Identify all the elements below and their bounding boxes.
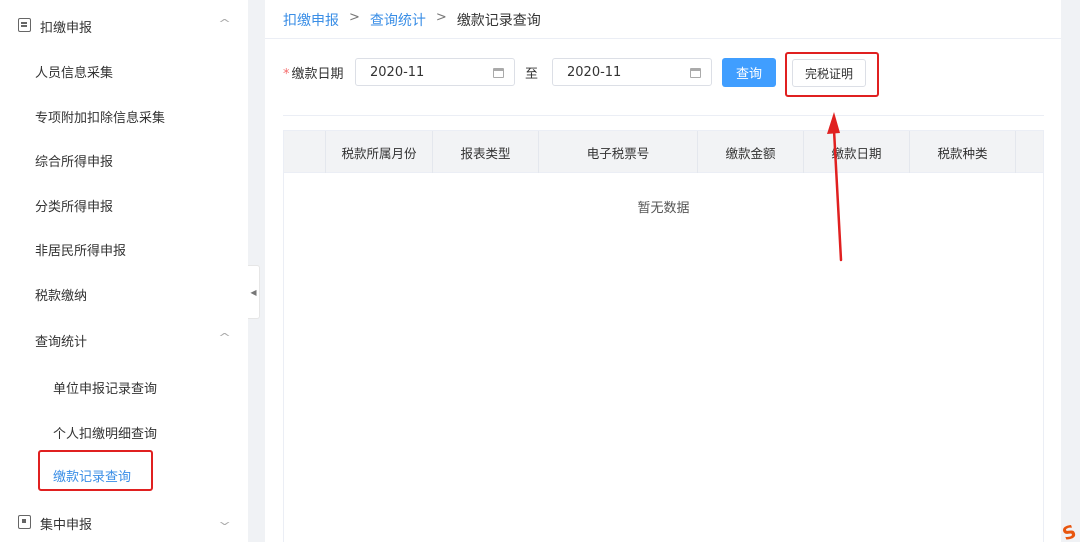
table-empty-text: 暂无数据 — [637, 201, 690, 216]
chevron-up-icon: ^ — [218, 17, 232, 30]
sidebar-item-special-deduction[interactable]: 专项附加扣除信息采集 — [0, 93, 248, 137]
menu-group-label: 扣缴申报 — [40, 21, 93, 36]
breadcrumb-link-query-stats[interactable]: 查询统计 — [370, 10, 426, 30]
sidebar-item-comprehensive-income[interactable]: 综合所得申报 — [0, 137, 248, 181]
menu-group-withholding[interactable]: 扣缴申报 ^ — [0, 2, 248, 48]
sidebar-item-personnel-info[interactable]: 人员信息采集 — [0, 48, 248, 92]
sidebar-item-label: 分类所得申报 — [35, 200, 114, 215]
query-button[interactable]: 查询 — [722, 58, 776, 87]
divider — [265, 38, 1061, 39]
column-header-tax-category: 税款种类 — [910, 131, 1016, 173]
column-header-payment-date: 缴款日期 — [804, 131, 910, 173]
breadcrumb: 扣缴申报 > 查询统计 > 缴款记录查询 — [283, 10, 541, 30]
document-icon — [18, 18, 31, 32]
sidebar-subitem-payment-record-query[interactable]: 缴款记录查询 — [0, 452, 248, 496]
box-icon — [18, 515, 31, 529]
sidebar-item-label: 单位申报记录查询 — [53, 382, 158, 397]
menu-group-centralized[interactable]: 集中申报 ^ — [0, 499, 248, 542]
caret-left-icon: ◀ — [250, 287, 257, 297]
sidebar-item-label: 税款缴纳 — [35, 289, 88, 304]
breadcrumb-separator: > — [435, 10, 447, 25]
tax-certificate-button[interactable]: 完税证明 — [792, 59, 866, 87]
sidebar: 扣缴申报 ^ 人员信息采集 专项附加扣除信息采集 综合所得申报 分类所得申报 非… — [0, 0, 248, 542]
sidebar-item-classified-income[interactable]: 分类所得申报 — [0, 182, 248, 226]
sidebar-item-tax-payment[interactable]: 税款缴纳 — [0, 271, 248, 315]
start-date-value: 2020-11 — [370, 65, 425, 80]
payment-date-label: * 缴款日期 — [283, 63, 344, 82]
end-date-value: 2020-11 — [567, 65, 622, 80]
sidebar-subitem-personal-withholding-query[interactable]: 个人扣缴明细查询 — [0, 409, 248, 453]
sidebar-item-label: 人员信息采集 — [35, 66, 114, 81]
sidebar-item-label: 个人扣缴明细查询 — [53, 427, 158, 442]
filter-label-text: 缴款日期 — [291, 67, 344, 82]
column-header-amount: 缴款金额 — [698, 131, 804, 173]
breadcrumb-link-withholding[interactable]: 扣缴申报 — [283, 10, 339, 30]
breadcrumb-current: 缴款记录查询 — [456, 13, 541, 29]
sidebar-item-label: 查询统计 — [35, 335, 88, 350]
sidebar-item-label: 综合所得申报 — [35, 155, 114, 170]
column-header-actions — [1016, 131, 1043, 173]
end-date-input[interactable]: 2020-11 — [552, 58, 712, 86]
chevron-down-icon: ^ — [218, 514, 232, 527]
column-header-tax-month: 税款所属月份 — [326, 131, 433, 173]
sidebar-item-label: 非居民所得申报 — [35, 244, 127, 259]
required-mark: * — [283, 67, 290, 82]
column-header-ticket-number: 电子税票号 — [539, 131, 698, 173]
divider — [283, 115, 1044, 116]
menu-group-label: 集中申报 — [40, 518, 93, 533]
right-margin — [1061, 0, 1080, 542]
sidebar-item-label: 专项附加扣除信息采集 — [35, 111, 166, 126]
chevron-up-icon: ^ — [218, 331, 232, 344]
sidebar-collapse-handle[interactable]: ◀ — [248, 265, 260, 319]
sidebar-item-label: 缴款记录查询 — [53, 470, 132, 485]
sidebar-item-nonresident-income[interactable]: 非居民所得申报 — [0, 226, 248, 270]
payment-records-table: 税款所属月份 报表类型 电子税票号 缴款金额 缴款日期 税款种类 暂无数据 — [283, 130, 1044, 542]
column-header-select — [284, 131, 326, 173]
column-header-report-type: 报表类型 — [433, 131, 539, 173]
start-date-input[interactable]: 2020-11 — [355, 58, 515, 86]
calendar-icon — [493, 68, 504, 78]
sidebar-subitem-unit-report-query[interactable]: 单位申报记录查询 — [0, 364, 248, 408]
date-range-separator: 至 — [525, 67, 539, 82]
breadcrumb-separator: > — [349, 10, 360, 25]
sidebar-item-query-stats[interactable]: 查询统计 ^ — [0, 317, 248, 361]
table-header: 税款所属月份 报表类型 电子税票号 缴款金额 缴款日期 税款种类 — [284, 131, 1043, 173]
calendar-icon — [690, 68, 701, 78]
main-panel: 扣缴申报 > 查询统计 > 缴款记录查询 * 缴款日期 2020-11 至 202… — [265, 0, 1061, 542]
